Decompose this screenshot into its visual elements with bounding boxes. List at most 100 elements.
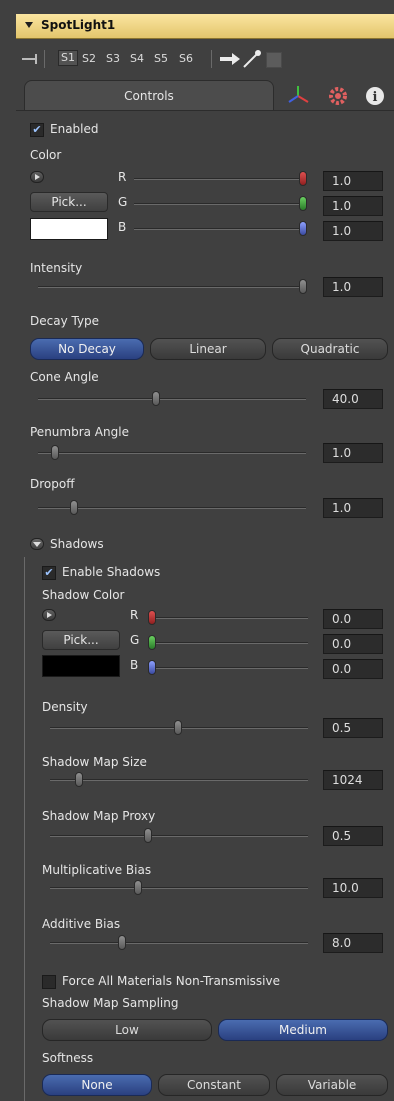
dropoff-slider-handle[interactable]: [70, 500, 78, 515]
intensity-slider-handle[interactable]: [299, 279, 307, 294]
color-g-track[interactable]: [134, 203, 306, 205]
shadow-color-expand-icon[interactable]: [42, 609, 56, 621]
color-g-label: G: [118, 195, 128, 209]
penumbra-angle-track[interactable]: [38, 452, 306, 454]
decay-quadratic-button[interactable]: Quadratic: [272, 338, 388, 360]
collapse-triangle-icon[interactable]: [25, 22, 33, 28]
shadows-label: Shadows: [50, 537, 104, 551]
color-b-track[interactable]: [134, 228, 306, 230]
enable-shadows-checkbox[interactable]: ✔: [42, 566, 56, 580]
shadows-group-line: [24, 557, 25, 1101]
shadow-color-b-slider-handle[interactable]: [148, 660, 156, 675]
cone-angle-slider-handle[interactable]: [152, 391, 160, 406]
decay-linear-button[interactable]: Linear: [150, 338, 266, 360]
version-slot-s3[interactable]: S3: [106, 52, 120, 66]
color-r-label: R: [118, 170, 127, 184]
wand-icon[interactable]: [242, 49, 262, 69]
shadow-color-g-field[interactable]: 0.0: [323, 634, 383, 654]
color-b-label: B: [118, 220, 127, 234]
shadow-map-size-track[interactable]: [50, 779, 308, 781]
shadow-color-swatch[interactable]: [42, 655, 120, 677]
penumbra-angle-field[interactable]: 1.0: [323, 443, 383, 463]
enabled-checkbox[interactable]: ✔: [30, 123, 44, 137]
color-r-slider-handle[interactable]: [299, 171, 307, 186]
shadow-map-size-field[interactable]: 1024: [323, 770, 383, 790]
decay-no-decay-button[interactable]: No Decay: [30, 338, 144, 360]
cone-angle-label: Cone Angle: [30, 370, 99, 384]
intensity-label: Intensity: [30, 261, 83, 275]
additive-bias-track[interactable]: [50, 942, 308, 944]
tab-controls-label: Controls: [124, 89, 174, 103]
version-slot-s1[interactable]: S1: [58, 50, 78, 66]
shadow-color-r-slider-handle[interactable]: [148, 610, 156, 625]
cone-angle-track[interactable]: [38, 398, 306, 400]
intensity-track[interactable]: [38, 286, 306, 288]
color-r-field[interactable]: 1.0: [323, 171, 383, 191]
density-field[interactable]: 0.5: [323, 718, 383, 738]
version-slot-s6[interactable]: S6: [179, 52, 193, 66]
dropoff-field[interactable]: 1.0: [323, 498, 383, 518]
shadow-color-b-track[interactable]: [152, 667, 308, 669]
color-swatch[interactable]: [30, 218, 108, 240]
color-b-field[interactable]: 1.0: [323, 221, 383, 241]
svg-text:i: i: [373, 90, 378, 105]
color-r-track[interactable]: [134, 178, 306, 180]
color-pick-button[interactable]: Pick...: [30, 192, 108, 212]
decay-type-label: Decay Type: [30, 314, 100, 328]
shadow-color-g-slider-handle[interactable]: [148, 635, 156, 650]
force-nontransmissive-label: Force All Materials Non-Transmissive: [62, 974, 280, 988]
penumbra-angle-slider-handle[interactable]: [51, 445, 59, 460]
penumbra-angle-label: Penumbra Angle: [30, 425, 129, 439]
color-g-slider-handle[interactable]: [299, 196, 307, 211]
shadows-collapse-icon[interactable]: [30, 538, 44, 550]
force-nontransmissive-checkbox[interactable]: ✔: [42, 975, 56, 989]
multiplicative-bias-track[interactable]: [50, 887, 308, 889]
shadow-map-proxy-track[interactable]: [50, 835, 308, 837]
shadow-color-b-label: B: [130, 658, 139, 672]
density-slider-handle[interactable]: [174, 720, 182, 735]
softness-variable-button[interactable]: Variable: [276, 1074, 388, 1096]
additive-bias-slider-handle[interactable]: [118, 935, 126, 950]
tool-title: SpotLight1: [41, 18, 116, 32]
shadow-map-sampling-label: Shadow Map Sampling: [42, 996, 179, 1010]
shadow-map-proxy-label: Shadow Map Proxy: [42, 809, 156, 823]
dropoff-track[interactable]: [38, 507, 306, 509]
additive-bias-label: Additive Bias: [42, 917, 121, 931]
sampling-medium-button[interactable]: Medium: [218, 1019, 388, 1041]
pin-icon[interactable]: [22, 54, 38, 64]
intensity-field[interactable]: 1.0: [323, 277, 383, 297]
save-icon[interactable]: [266, 52, 282, 68]
softness-label: Softness: [42, 1051, 94, 1065]
settings-gear-icon[interactable]: [326, 84, 350, 108]
shadow-map-proxy-field[interactable]: 0.5: [323, 826, 383, 846]
version-slot-s5[interactable]: S5: [154, 52, 168, 66]
version-slot-s4[interactable]: S4: [130, 52, 144, 66]
multiplicative-bias-field[interactable]: 10.0: [323, 878, 383, 898]
additive-bias-field[interactable]: 8.0: [323, 933, 383, 953]
version-slot-s2[interactable]: S2: [82, 52, 96, 66]
density-label: Density: [42, 700, 88, 714]
multiplicative-bias-slider-handle[interactable]: [134, 880, 142, 895]
shadow-color-r-track[interactable]: [152, 617, 308, 619]
multiplicative-bias-label: Multiplicative Bias: [42, 863, 152, 877]
shadow-color-g-track[interactable]: [152, 642, 308, 644]
shadow-color-pick-button[interactable]: Pick...: [42, 630, 120, 650]
shadow-color-r-field[interactable]: 0.0: [323, 609, 383, 629]
tab-controls[interactable]: Controls: [24, 80, 274, 111]
sampling-low-button[interactable]: Low: [42, 1019, 212, 1041]
shadow-map-size-slider-handle[interactable]: [75, 772, 83, 787]
3d-axis-icon[interactable]: [286, 84, 310, 108]
color-g-field[interactable]: 1.0: [323, 196, 383, 216]
shadow-color-b-field[interactable]: 0.0: [323, 659, 383, 679]
softness-none-button[interactable]: None: [42, 1074, 152, 1096]
enable-shadows-label: Enable Shadows: [62, 565, 161, 579]
cone-angle-field[interactable]: 40.0: [323, 389, 383, 409]
info-icon[interactable]: i: [363, 84, 387, 108]
color-expand-icon[interactable]: [30, 171, 44, 183]
tool-header[interactable]: SpotLight1: [16, 14, 394, 39]
softness-constant-button[interactable]: Constant: [158, 1074, 270, 1096]
shadow-map-proxy-slider-handle[interactable]: [144, 828, 152, 843]
color-b-slider-handle[interactable]: [299, 221, 307, 236]
shadow-color-g-label: G: [130, 633, 140, 647]
arrow-right-icon[interactable]: [220, 52, 242, 66]
